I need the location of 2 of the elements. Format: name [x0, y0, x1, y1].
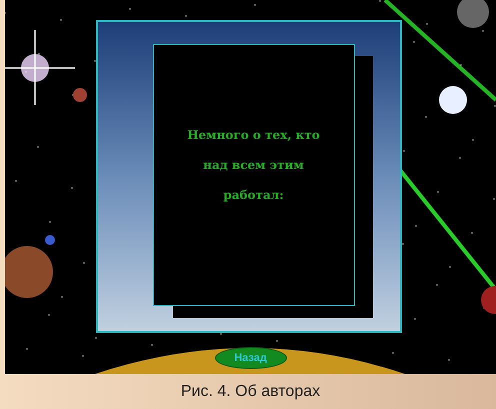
- about-message: Немного о тех, кто над всем этим работал:: [186, 127, 321, 204]
- figure-caption: Рис. 4. Об авторах: [180, 382, 322, 402]
